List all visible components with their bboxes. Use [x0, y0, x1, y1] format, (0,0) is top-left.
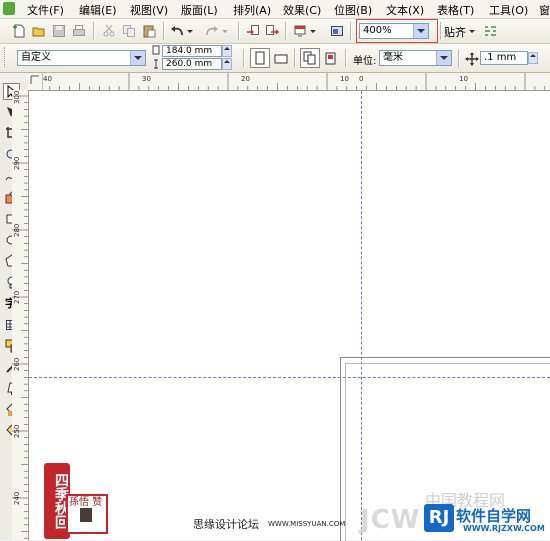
menu-file[interactable]: 文件(F) [27, 2, 64, 18]
units-combo[interactable]: 毫米 [379, 50, 452, 66]
page-width-icon [152, 45, 160, 55]
page-size-preset-combo[interactable]: 自定义 [17, 50, 146, 66]
page-height-icon [154, 59, 158, 69]
nudge-distance-field[interactable]: .1 mm [480, 51, 528, 65]
menu-layout[interactable]: 版面(L) [181, 2, 218, 18]
redo-dropdown-icon[interactable] [221, 24, 229, 38]
vruler-label: 270 [13, 290, 21, 304]
import-icon[interactable] [246, 24, 260, 38]
chevron-down-icon[interactable] [413, 24, 428, 38]
vruler-label: 280 [13, 223, 21, 237]
hruler-label: 40 [43, 75, 52, 83]
hruler-label: 10 [340, 75, 349, 83]
jcw-watermark: JCW [360, 505, 421, 535]
separator [93, 22, 95, 40]
separator [345, 49, 347, 67]
chevron-down-icon[interactable] [436, 51, 451, 65]
property-bar: 自定义 184.0 mm 260.0 mm 单位: 毫米 .1 mm [0, 44, 550, 73]
vruler-label: 240 [13, 491, 21, 505]
units-value: 毫米 [383, 52, 403, 63]
hruler-label: 10 [459, 75, 468, 83]
menu-window[interactable]: 窗 [539, 2, 550, 18]
vruler-label: 250 [13, 424, 21, 438]
vruler-label: 290 [13, 156, 21, 170]
menu-edit[interactable]: 编辑(E) [79, 2, 117, 18]
nudge-spinner[interactable] [528, 52, 538, 64]
undo-dropdown-icon[interactable] [186, 24, 194, 38]
hruler-label: 0 [359, 75, 364, 83]
separator [238, 22, 240, 40]
page-height-value: 260.0 mm [166, 59, 213, 69]
brand-main-watermark: 软件自学网 [456, 507, 532, 525]
separator [285, 22, 287, 40]
menu-effects[interactable]: 效果(C) [283, 2, 321, 18]
horizontal-ruler[interactable]: 40 30 20 10 0 10 [28, 73, 550, 91]
nudge-icon [465, 52, 479, 66]
menu-text[interactable]: 文本(X) [386, 2, 424, 18]
chevron-down-icon[interactable] [130, 51, 145, 65]
export-icon[interactable] [265, 24, 279, 38]
application-launcher-icon[interactable] [293, 24, 307, 38]
open-folder-icon[interactable] [32, 24, 46, 38]
toolbar-grip[interactable] [4, 47, 8, 67]
app-icon [3, 2, 15, 15]
seal-portrait-image [80, 508, 92, 522]
drawing-canvas[interactable] [29, 91, 550, 541]
paste-icon[interactable] [142, 24, 156, 38]
menu-arrange[interactable]: 排列(A) [233, 2, 271, 18]
separator [350, 22, 352, 40]
cut-icon[interactable] [102, 24, 116, 38]
hruler-label: 30 [142, 75, 151, 83]
all-pages-button[interactable] [300, 48, 320, 68]
print-icon[interactable] [72, 24, 86, 38]
height-spinner[interactable] [222, 58, 232, 70]
page-size-preset-value: 自定义 [21, 52, 51, 63]
brand-logo-icon: RJ [424, 504, 454, 532]
separator [440, 22, 442, 40]
snap-dropdown-icon[interactable] [468, 24, 476, 38]
portrait-button[interactable] [250, 48, 270, 68]
forum-watermark: 思缘设计论坛 [193, 518, 259, 531]
undo-icon[interactable] [170, 24, 184, 38]
ruler-origin-corner[interactable] [28, 73, 43, 91]
save-icon[interactable] [52, 24, 66, 38]
menu-bitmaps[interactable]: 位图(B) [334, 2, 372, 18]
page-height-field[interactable]: 260.0 mm [162, 58, 222, 70]
vruler-label: 300 [13, 90, 21, 104]
menu-tools[interactable]: 工具(O) [489, 2, 528, 18]
new-document-icon[interactable] [12, 24, 26, 38]
zoom-level-combo[interactable]: 400% [359, 23, 429, 39]
copy-icon[interactable] [122, 24, 136, 38]
vruler-label: 260 [13, 357, 21, 371]
menu-view[interactable]: 视图(V) [130, 2, 168, 18]
hruler-label: 20 [241, 75, 250, 83]
all-pages-icon [303, 51, 316, 65]
width-spinner[interactable] [222, 45, 232, 57]
portrait-icon [255, 51, 265, 65]
ruler-origin-icon [30, 75, 39, 84]
menu-table[interactable]: 表格(T) [437, 2, 474, 18]
separator [458, 49, 460, 67]
zoom-level-value: 400% [363, 25, 392, 36]
separator [243, 49, 245, 67]
current-page-icon[interactable] [324, 52, 338, 66]
menu-bar: 文件(F) 编辑(E) 视图(V) 版面(L) 排列(A) 效果(C) 位图(B… [0, 0, 550, 19]
separator [294, 49, 296, 67]
landscape-icon[interactable] [274, 52, 288, 66]
options-icon[interactable] [483, 24, 497, 38]
standard-toolbar: 400% 贴齐 [0, 19, 550, 44]
brand-url-watermark: WWW.RJZXW.COM [463, 524, 545, 533]
forum-url-watermark: WWW.MISSYUAN.COM [268, 520, 346, 528]
redo-icon[interactable] [205, 24, 219, 38]
snap-to-button[interactable]: 贴齐 [444, 24, 466, 40]
units-label: 单位: [353, 56, 377, 67]
horizontal-ruler-ticks [29, 73, 546, 90]
welcome-screen-icon[interactable] [330, 24, 344, 38]
launcher-dropdown-icon[interactable] [309, 24, 317, 38]
page-width-field[interactable]: 184.0 mm [162, 45, 222, 57]
nudge-distance-value: .1 mm [484, 52, 517, 63]
separator [163, 22, 165, 40]
page-width-value: 184.0 mm [166, 46, 213, 56]
vertical-ruler[interactable]: 300 290 280 270 260 250 240 [12, 90, 29, 540]
